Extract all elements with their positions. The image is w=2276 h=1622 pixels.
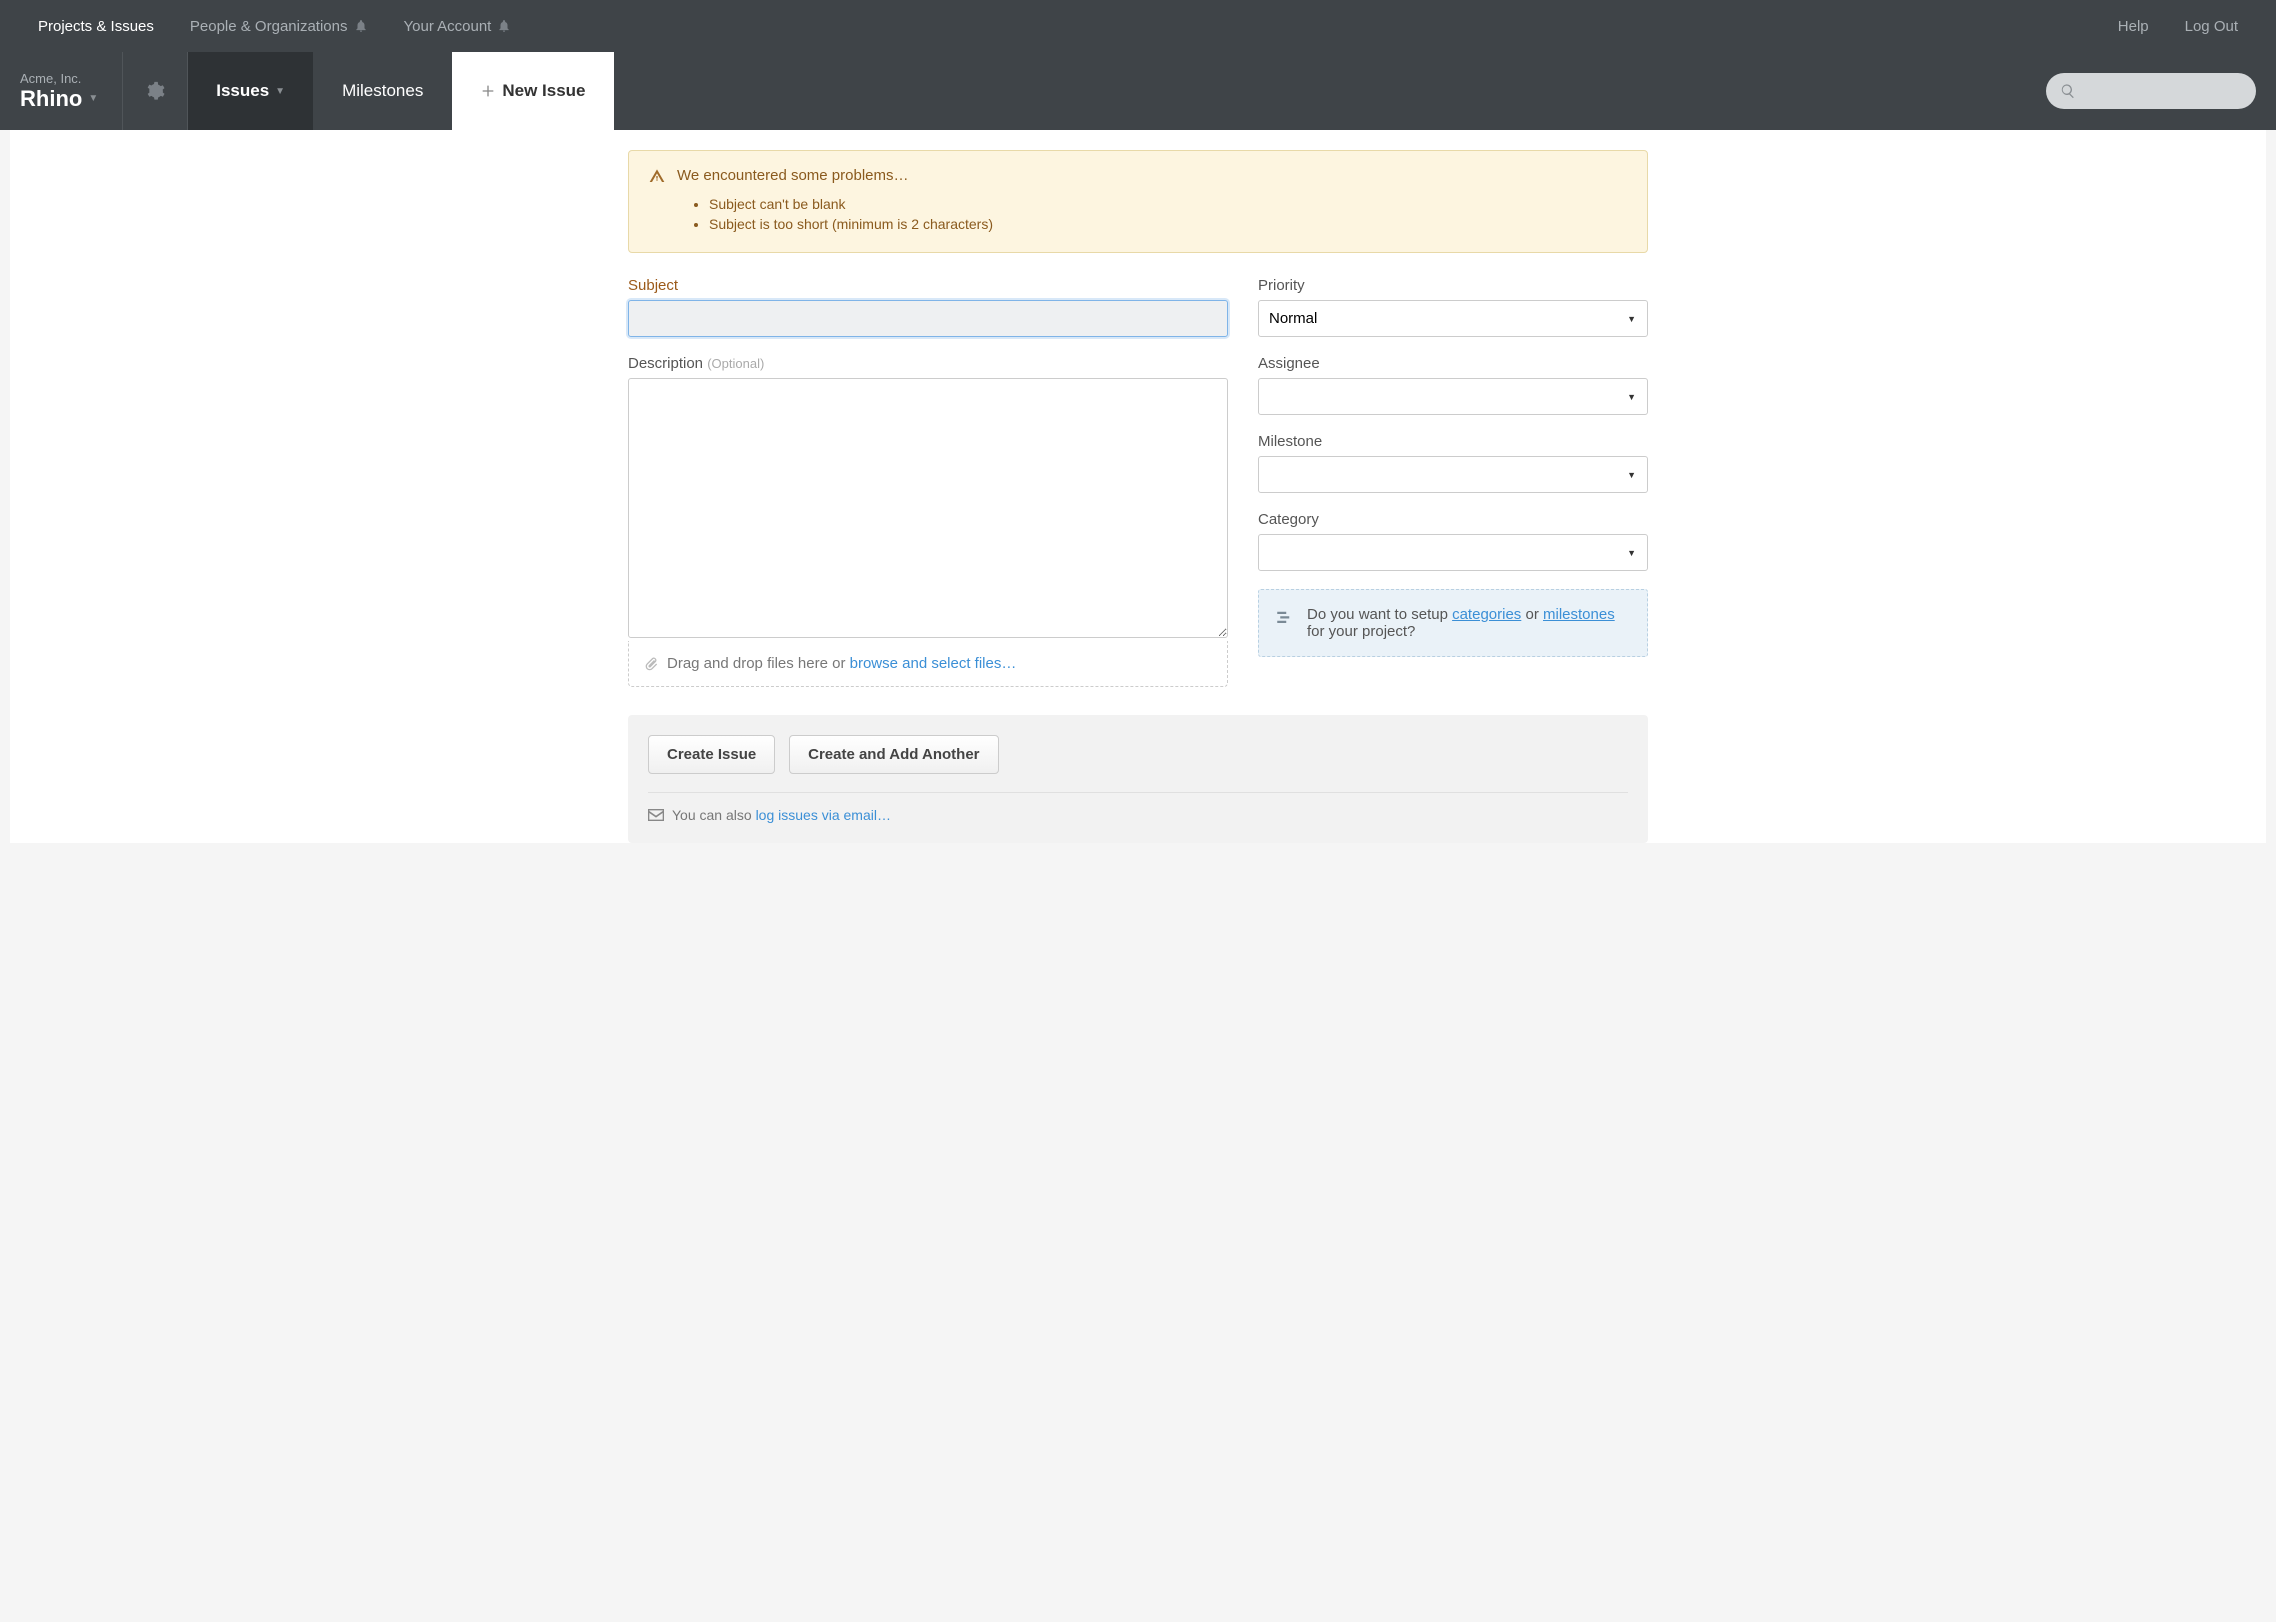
tab-new-issue-label: New Issue — [502, 81, 585, 101]
nav-projects-issues[interactable]: Projects & Issues — [20, 0, 172, 52]
nav-people-label: People & Organizations — [190, 18, 348, 35]
nav-help[interactable]: Help — [2100, 0, 2167, 52]
gear-icon — [145, 81, 165, 101]
chevron-down-icon: ▼ — [275, 86, 285, 97]
browse-files-link[interactable]: browse and select files… — [850, 655, 1017, 672]
infobox-text: Do you want to setup — [1307, 606, 1452, 623]
description-optional-text: (Optional) — [707, 356, 764, 371]
create-add-another-button[interactable]: Create and Add Another — [789, 735, 998, 774]
search-input[interactable] — [2046, 73, 2256, 109]
alert-error-list: Subject can't be blank Subject is too sh… — [649, 196, 1627, 232]
dropzone-text: Drag and drop files here or — [667, 655, 850, 672]
form-actions: Create Issue Create and Add Another You … — [628, 715, 1648, 843]
org-name: Acme, Inc. — [20, 71, 98, 86]
description-label: Description (Optional) — [628, 355, 1228, 372]
create-issue-button[interactable]: Create Issue — [648, 735, 775, 774]
warning-icon — [649, 168, 665, 184]
bell-icon — [354, 19, 368, 33]
log-via-email-link[interactable]: log issues via email… — [756, 807, 891, 823]
description-label-text: Description — [628, 355, 703, 372]
chevron-down-icon: ▼ — [88, 93, 98, 104]
tab-issues-label: Issues — [216, 81, 269, 101]
project-name-text: Rhino — [20, 86, 82, 112]
setup-infobox: Do you want to setup categories or miles… — [1258, 589, 1648, 657]
bell-icon — [497, 19, 511, 33]
infobox-text: for your project? — [1307, 623, 1415, 640]
milestones-link[interactable]: milestones — [1543, 606, 1615, 623]
file-dropzone[interactable]: Drag and drop files here or browse and s… — [628, 641, 1228, 687]
nav-account-label: Your Account — [404, 18, 492, 35]
priority-label: Priority — [1258, 277, 1648, 294]
tab-new-issue[interactable]: New Issue — [452, 52, 614, 130]
category-label: Category — [1258, 511, 1648, 528]
project-selector[interactable]: Acme, Inc. Rhino ▼ — [0, 52, 123, 130]
tab-issues[interactable]: Issues ▼ — [188, 52, 314, 130]
assignee-label: Assignee — [1258, 355, 1648, 372]
categories-link[interactable]: categories — [1452, 606, 1521, 623]
nav-people-orgs[interactable]: People & Organizations — [172, 0, 386, 52]
mail-icon — [648, 809, 664, 821]
subject-input[interactable] — [628, 300, 1228, 337]
tab-milestones[interactable]: Milestones — [314, 52, 452, 130]
paperclip-icon — [643, 656, 659, 672]
nav-your-account[interactable]: Your Account — [386, 0, 530, 52]
error-alert: We encountered some problems… Subject ca… — [628, 150, 1648, 253]
project-settings-button[interactable] — [123, 52, 188, 130]
project-name: Rhino ▼ — [20, 86, 98, 112]
priority-select[interactable]: Normal — [1258, 300, 1648, 337]
nav-logout[interactable]: Log Out — [2167, 0, 2256, 52]
alert-error-item: Subject can't be blank — [709, 196, 1627, 212]
alert-error-item: Subject is too short (minimum is 2 chara… — [709, 216, 1627, 232]
top-nav: Projects & Issues People & Organizations… — [0, 0, 2276, 52]
infobox-text: or — [1521, 606, 1543, 623]
email-note-text: You can also — [672, 807, 756, 823]
alert-title: We encountered some problems… — [677, 167, 909, 184]
settings-stack-icon — [1275, 608, 1293, 626]
search-icon — [2060, 83, 2076, 99]
subject-label: Subject — [628, 277, 1228, 294]
milestone-select[interactable] — [1258, 456, 1648, 493]
description-textarea[interactable] — [628, 378, 1228, 638]
plus-icon — [480, 83, 496, 99]
assignee-select[interactable] — [1258, 378, 1648, 415]
sub-nav: Acme, Inc. Rhino ▼ Issues ▼ Milestones N… — [0, 52, 2276, 130]
milestone-label: Milestone — [1258, 433, 1648, 450]
category-select[interactable] — [1258, 534, 1648, 571]
